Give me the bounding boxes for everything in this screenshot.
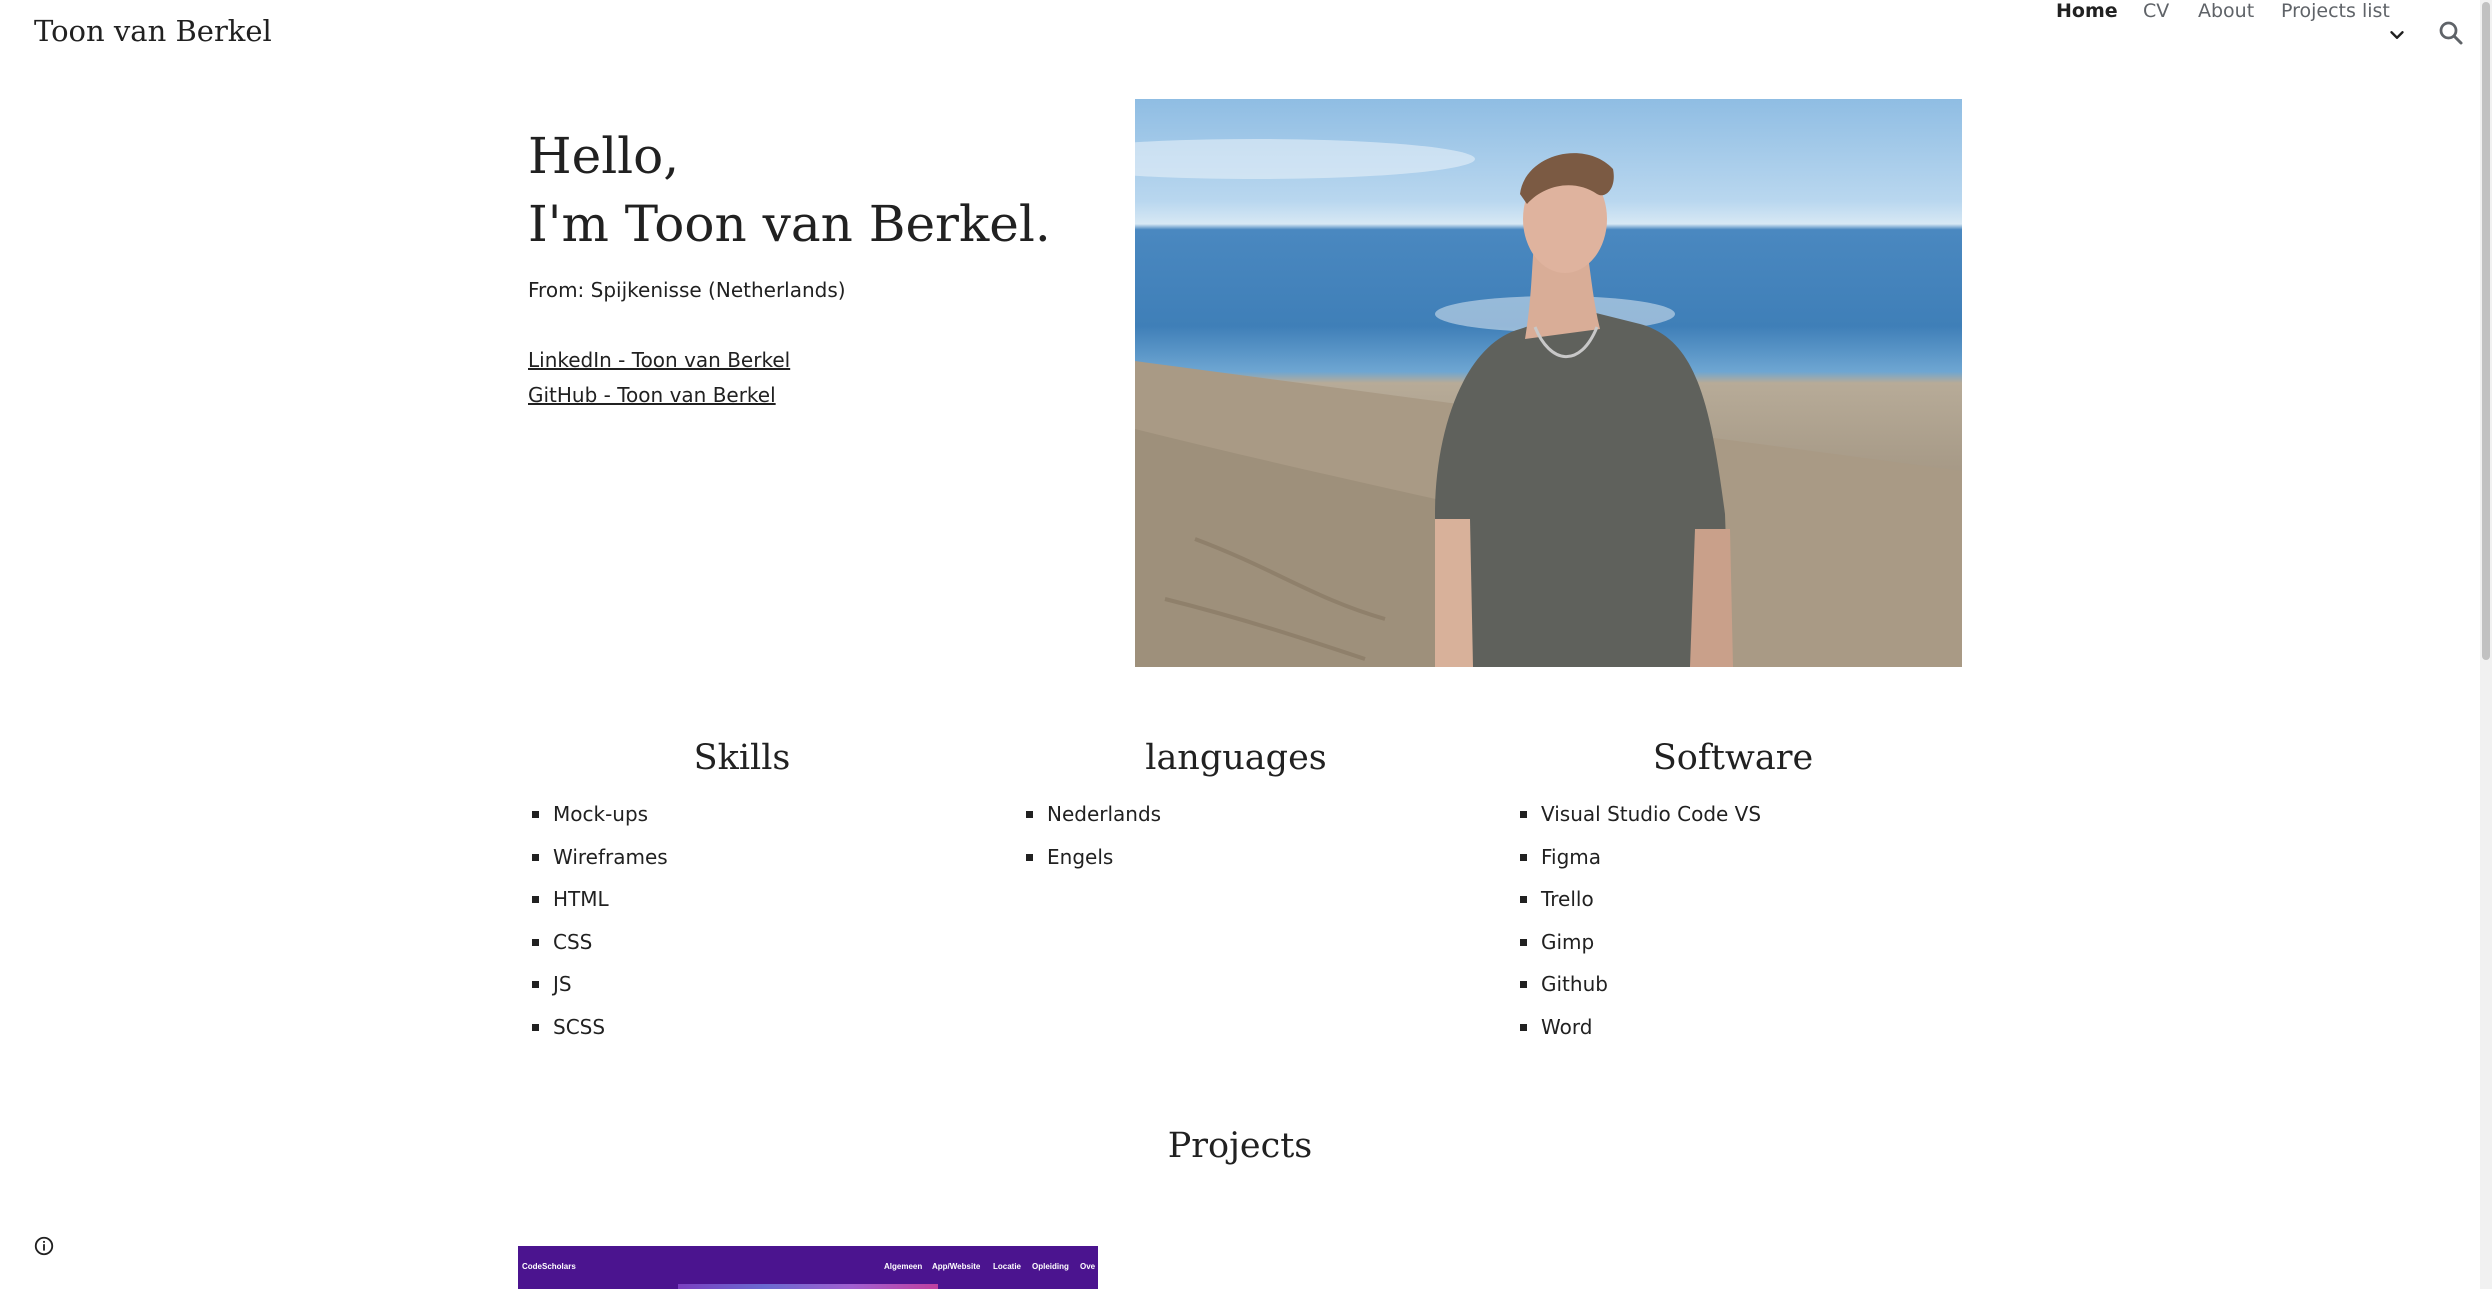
- list-item: Mock-ups: [528, 800, 668, 843]
- project-thumbnail[interactable]: CodeScholars Algemeen App/Website Locati…: [518, 1246, 1098, 1289]
- info-icon[interactable]: [33, 1235, 55, 1257]
- thumbnail-brand: CodeScholars: [522, 1262, 576, 1271]
- software-list: Visual Studio Code VS Figma Trello Gimp …: [1516, 800, 1761, 1055]
- thumbnail-nav-item: Algemeen: [884, 1262, 923, 1271]
- nav-projects-list[interactable]: Projects list: [2281, 0, 2390, 22]
- list-item: Figma: [1516, 843, 1761, 886]
- site-title[interactable]: Toon van Berkel: [34, 14, 272, 48]
- from-text: From: Spijkenisse (Netherlands): [528, 278, 846, 302]
- projects-title: Projects: [1167, 1126, 1313, 1166]
- chevron-down-icon[interactable]: [2386, 24, 2408, 46]
- languages-list: Nederlands Engels: [1022, 800, 1161, 885]
- list-item: Nederlands: [1022, 800, 1161, 843]
- list-item: SCSS: [528, 1013, 668, 1056]
- profile-photo: [1135, 99, 1962, 667]
- list-item: Gimp: [1516, 928, 1761, 971]
- software-title: Software: [1652, 738, 1814, 778]
- list-item: Github: [1516, 970, 1761, 1013]
- linkedin-link[interactable]: LinkedIn - Toon van Berkel: [528, 348, 790, 372]
- thumbnail-nav-item: App/Website: [932, 1262, 981, 1271]
- nav-about[interactable]: About: [2198, 0, 2254, 22]
- list-item: Engels: [1022, 843, 1161, 886]
- intro-heading: Hello, I'm Toon van Berkel.: [528, 122, 1051, 258]
- top-bar: Toon van Berkel Home CV About Projects l…: [0, 0, 2492, 70]
- scrollbar-thumb[interactable]: [2482, 2, 2490, 660]
- list-item: JS: [528, 970, 668, 1013]
- list-item: Word: [1516, 1013, 1761, 1056]
- github-link[interactable]: GitHub - Toon van Berkel: [528, 383, 776, 407]
- thumbnail-nav-item: Locatie: [993, 1262, 1022, 1271]
- search-icon[interactable]: [2436, 18, 2466, 48]
- list-item: Visual Studio Code VS: [1516, 800, 1761, 843]
- skills-title: Skills: [693, 738, 791, 778]
- list-item: HTML: [528, 885, 668, 928]
- name-line: I'm Toon van Berkel.: [528, 195, 1051, 253]
- skills-list: Mock-ups Wireframes HTML CSS JS SCSS: [528, 800, 668, 1055]
- list-item: CSS: [528, 928, 668, 971]
- thumbnail-nav-item: Opleiding: [1032, 1262, 1069, 1271]
- thumbnail-nav-item: Ove: [1080, 1262, 1096, 1271]
- languages-title: languages: [1145, 738, 1327, 778]
- nav-home[interactable]: Home: [2056, 0, 2118, 22]
- thumbnail-hero-strip: [678, 1284, 938, 1289]
- nav-cv[interactable]: CV: [2143, 0, 2169, 22]
- hello-line: Hello,: [528, 127, 680, 185]
- list-item: Wireframes: [528, 843, 668, 886]
- list-item: Trello: [1516, 885, 1761, 928]
